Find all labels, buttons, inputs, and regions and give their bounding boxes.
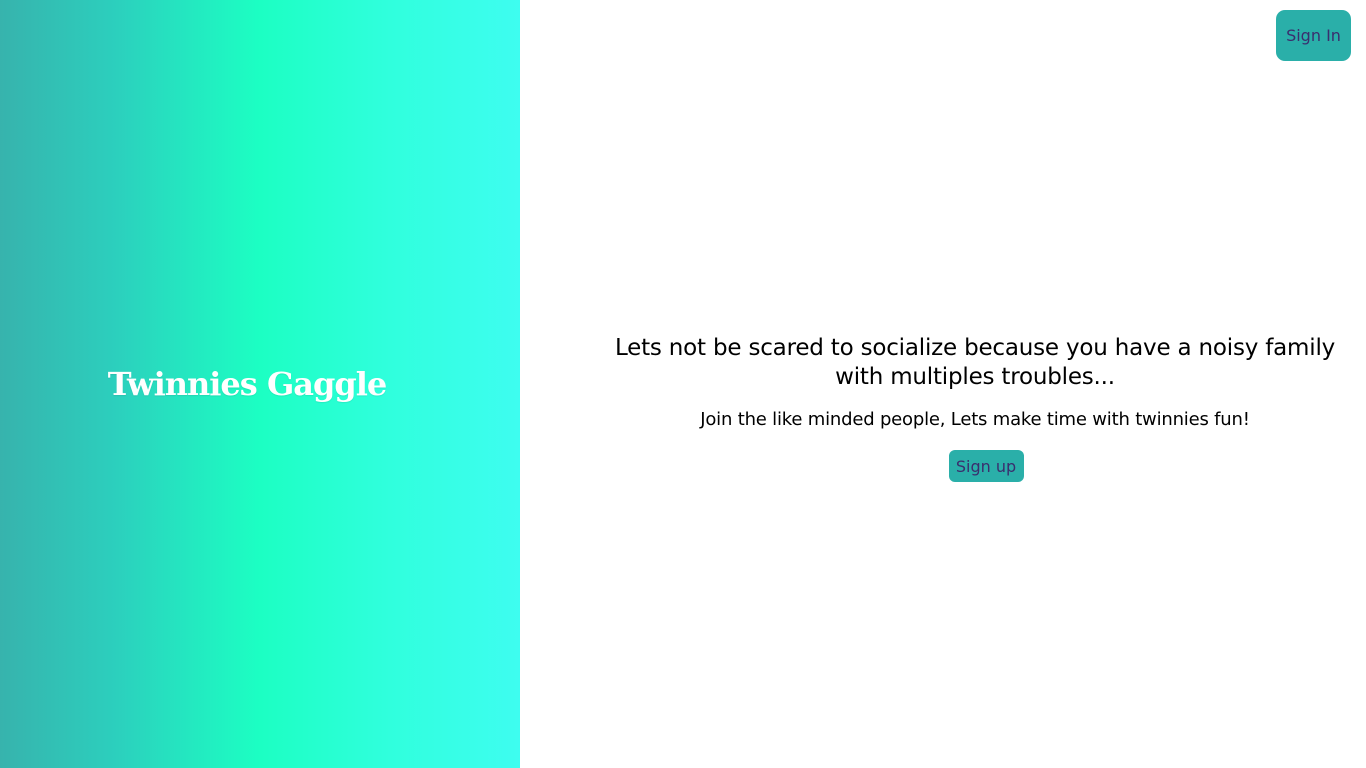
hero-headline: Lets not be scared to socialize because … (614, 335, 1336, 390)
sign-up-button[interactable]: Sign up (948, 450, 1024, 482)
landing-page: Twinnies Gaggle Sign In Lets not be scar… (0, 0, 1366, 768)
brand-title: Twinnies Gaggle (107, 365, 388, 403)
content-panel: Sign In Lets not be scared to socialize … (520, 0, 1366, 768)
sign-in-button[interactable]: Sign In (1276, 10, 1351, 61)
hero-section: Lets not be scared to socialize because … (600, 334, 1350, 482)
brand-panel: Twinnies Gaggle (0, 0, 520, 768)
hero-subtext: Join the like minded people, Lets make t… (700, 409, 1250, 430)
